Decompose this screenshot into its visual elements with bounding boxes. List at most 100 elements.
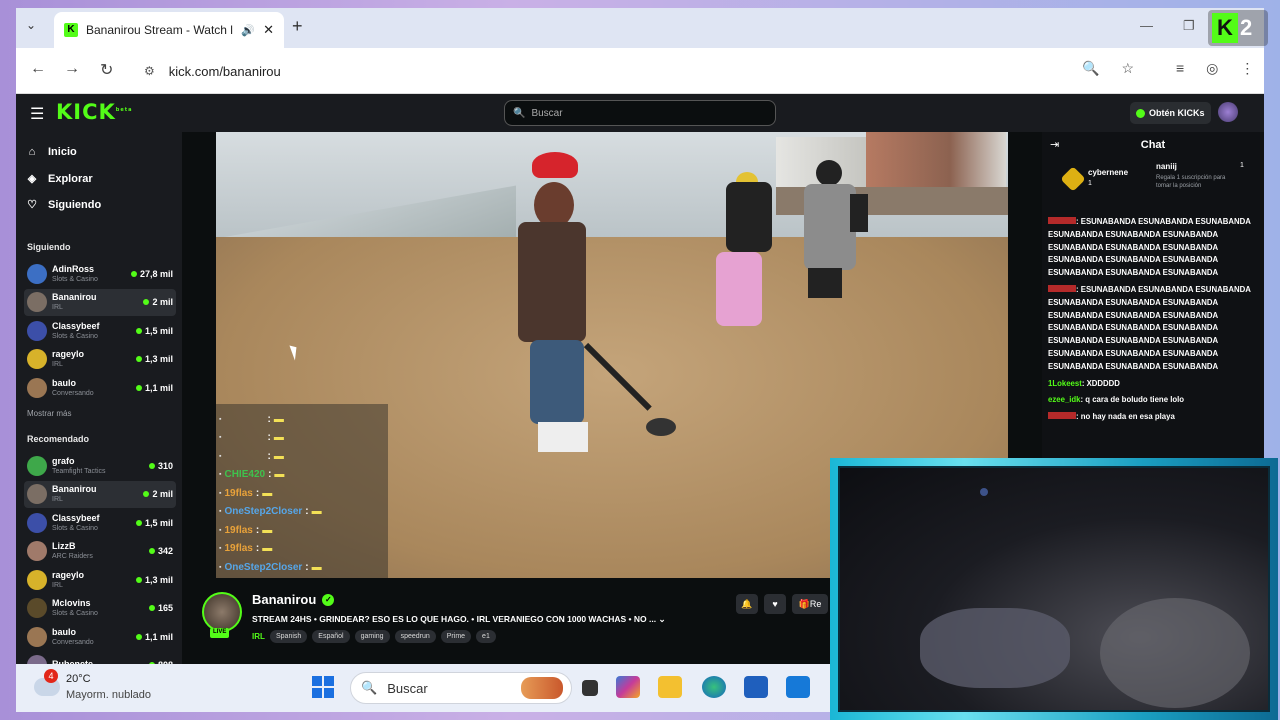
chat-username[interactable]: 1Lokeest bbox=[1048, 379, 1082, 388]
zoom-icon[interactable]: 🔍 bbox=[1082, 60, 1099, 77]
nav-home[interactable]: ⌂ Inicio bbox=[26, 146, 77, 158]
restore-icon[interactable]: ❐ bbox=[1183, 18, 1195, 34]
back-icon[interactable]: ← bbox=[30, 60, 46, 78]
profile-icon[interactable]: ◎ bbox=[1206, 60, 1218, 77]
channel-category: Conversando bbox=[52, 638, 94, 646]
channel-name: baulo bbox=[52, 377, 76, 388]
speaker-icon[interactable]: 🔊 bbox=[241, 24, 255, 37]
tab-title: Bananirou Stream - Watch l bbox=[86, 23, 233, 37]
viewer-count: 1,3 mil bbox=[136, 575, 173, 585]
edge-browser-icon[interactable] bbox=[702, 676, 726, 698]
kick-logo[interactable]: KICKbeta bbox=[56, 100, 133, 124]
weather-description: Mayorm. nublado bbox=[66, 689, 151, 701]
webcam-feed bbox=[838, 466, 1270, 712]
channel-avatar bbox=[27, 263, 47, 284]
follow-heart-icon[interactable]: ♥ bbox=[764, 594, 786, 614]
taskbar-search[interactable]: 🔍 Buscar bbox=[350, 672, 572, 704]
overlay-username: OneStep2Closer bbox=[224, 506, 303, 518]
viewer-count: 342 bbox=[149, 546, 173, 556]
notification-bell-icon[interactable]: 🔔 bbox=[736, 594, 758, 614]
site-info-icon[interactable]: ⚙ bbox=[144, 64, 155, 78]
obtain-kicks-button[interactable]: Obtén KICKs bbox=[1130, 102, 1211, 124]
chat-username[interactable] bbox=[1048, 284, 1076, 292]
kick-logo-text: KICK bbox=[56, 100, 116, 124]
show-more-link[interactable]: Mostrar más bbox=[27, 409, 71, 418]
stream-tag[interactable]: speedrun bbox=[394, 630, 436, 643]
overlay-username: 19flas bbox=[224, 524, 253, 536]
viewer-count: 1,1 mil bbox=[136, 632, 173, 642]
sidebar-channel[interactable]: Bananirou IRL 2 mil bbox=[24, 288, 176, 316]
sidebar-channel[interactable]: LizzB ARC Raiders 342 bbox=[24, 538, 176, 565]
stream-tag[interactable]: Español bbox=[312, 630, 350, 643]
taskbar-search-icon: 🔍 bbox=[361, 680, 378, 695]
stream-tag[interactable]: Spanish bbox=[270, 630, 308, 643]
collapse-chat-icon[interactable]: ⇥ bbox=[1050, 138, 1059, 151]
chat-text: : ESUNABANDA ESUNABANDA ESUNABANDA ESUNA… bbox=[1048, 284, 1251, 371]
browser-tab[interactable]: K Bananirou Stream - Watch l 🔊 ✕ bbox=[54, 12, 284, 48]
gift-leaderboard: cybernene 1 naniij 1 Regala 1 suscripció… bbox=[1042, 158, 1264, 212]
viewer-count: 1,1 mil bbox=[136, 383, 173, 393]
sidebar-channel[interactable]: AdinRoss Slots & Casino 27,8 mil bbox=[24, 260, 176, 287]
minimize-icon[interactable]: — bbox=[1140, 18, 1153, 34]
windows-start-icon[interactable] bbox=[312, 676, 334, 698]
gift-button[interactable]: 🎁Re bbox=[792, 594, 828, 614]
channel-name: rageylo bbox=[52, 349, 85, 359]
channel-name: Bananirou bbox=[52, 484, 97, 494]
address-bar[interactable]: ⚙ kick.com/bananirou bbox=[134, 56, 1144, 86]
chat-username[interactable] bbox=[1048, 412, 1076, 420]
nav-following[interactable]: ♡ Siguiendo bbox=[26, 198, 101, 212]
new-tab-button[interactable]: + bbox=[292, 16, 303, 37]
copilot-icon[interactable] bbox=[616, 676, 640, 698]
sidebar-channel[interactable]: Bananirou IRL 2 mil bbox=[24, 480, 176, 508]
webcam-overlay bbox=[830, 458, 1278, 720]
sidebar-channel[interactable]: baulo Conversando 1,1 mil bbox=[24, 374, 176, 401]
chat-username[interactable]: ezee_idk bbox=[1048, 395, 1081, 404]
menu-dots-icon[interactable]: ⋮ bbox=[1240, 60, 1254, 77]
streamer-avatar[interactable] bbox=[202, 592, 242, 632]
emote-icon: ▬ bbox=[273, 413, 284, 425]
stream-tag[interactable]: Prime bbox=[440, 630, 472, 643]
sidebar-channel[interactable]: Classybeef Slots & Casino 1,5 mil bbox=[24, 509, 176, 536]
tab-close-icon[interactable]: ✕ bbox=[263, 22, 274, 38]
store-icon[interactable] bbox=[744, 676, 768, 698]
hamburger-menu-icon[interactable]: ☰ bbox=[30, 104, 44, 124]
sidebar-channel[interactable]: Rubenete808 bbox=[24, 652, 176, 664]
streamer-name[interactable]: Bananirou ✓ bbox=[252, 592, 335, 607]
sidebar-channel[interactable]: baulo Conversando 1,1 mil bbox=[24, 623, 176, 650]
temperature[interactable]: 20°C bbox=[66, 673, 91, 685]
sidebar-channel[interactable]: rageylo IRL 1,3 mil bbox=[24, 346, 176, 373]
channel-category: Slots & Casino bbox=[52, 275, 98, 283]
leaderboard-user-2[interactable]: naniij bbox=[1156, 162, 1177, 171]
overlay-user-icon: ▪ bbox=[219, 471, 222, 479]
sidebar-channel[interactable]: Mclovins Slots & Casino 165 bbox=[24, 595, 176, 622]
overlay-chat-line: ▪: ▬ bbox=[219, 410, 384, 429]
sidebar-channel[interactable]: rageylo IRL 1,3 mil bbox=[24, 566, 176, 593]
task-view-icon[interactable] bbox=[582, 680, 598, 696]
chat-username[interactable] bbox=[1048, 217, 1076, 224]
recommended-section-title: Recomendado bbox=[27, 434, 90, 444]
video-building bbox=[866, 132, 1006, 192]
overlay-chat-line: ▪ 19flas: ▬ bbox=[219, 484, 384, 503]
user-avatar[interactable] bbox=[1218, 102, 1238, 122]
sidebar-channel[interactable]: grafo Teamfight Tactics 310 bbox=[24, 452, 176, 479]
webcam-person bbox=[1100, 598, 1250, 708]
search-input[interactable]: 🔍 Buscar bbox=[504, 100, 776, 126]
expand-title-icon[interactable]: ⌄ bbox=[658, 614, 665, 624]
outlook-icon[interactable] bbox=[786, 676, 810, 698]
viewer-count: 1,5 mil bbox=[136, 326, 173, 336]
channel-category: IRL bbox=[52, 496, 63, 503]
stream-category[interactable]: IRL bbox=[252, 632, 265, 641]
stream-tag[interactable]: gaming bbox=[354, 630, 390, 643]
bookmark-star-icon[interactable]: ☆ bbox=[1121, 60, 1134, 77]
file-explorer-icon[interactable] bbox=[658, 676, 682, 698]
leaderboard-user-1[interactable]: cybernene bbox=[1088, 168, 1128, 177]
media-controls-icon[interactable]: ≡ bbox=[1176, 60, 1184, 77]
overlay-separator: : bbox=[267, 413, 271, 425]
tab-search-icon[interactable]: ⌄ bbox=[26, 18, 36, 32]
reload-icon[interactable]: ↻ bbox=[100, 60, 113, 80]
stream-tag[interactable]: e1 bbox=[476, 630, 496, 643]
forward-icon[interactable]: → bbox=[64, 60, 80, 78]
channel-text: Classybeef Slots & Casino bbox=[52, 321, 131, 340]
nav-explore[interactable]: ◈ Explorar bbox=[26, 172, 93, 186]
sidebar-channel[interactable]: Classybeef Slots & Casino 1,5 mil bbox=[24, 317, 176, 344]
